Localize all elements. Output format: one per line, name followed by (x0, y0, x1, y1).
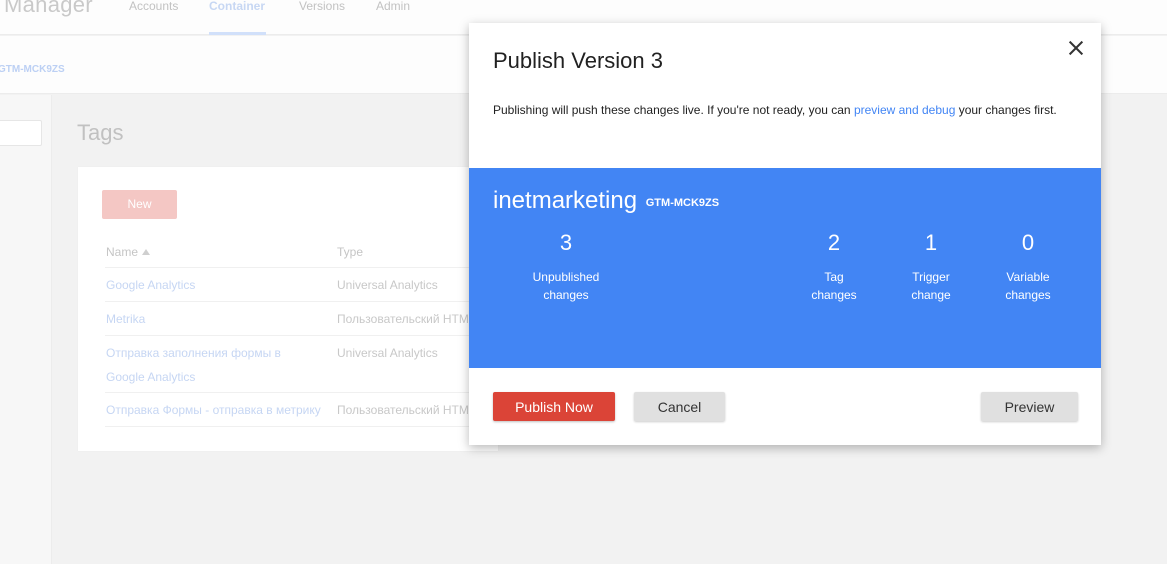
dialog-description: Publishing will push these changes live.… (493, 103, 1057, 117)
stat-label-line2: change (911, 288, 951, 302)
nav-versions[interactable]: Versions (299, 0, 345, 13)
stat-label-line2: changes (811, 288, 857, 302)
container-name: inetmarketing GTM-MCK9ZS (493, 187, 719, 215)
publish-dialog: Publish Version 3 Publishing will push t… (469, 23, 1101, 445)
stat-label-line2: changes (543, 288, 589, 302)
tag-name-link[interactable]: Google Analytics (106, 273, 321, 297)
new-tag-button[interactable]: New (102, 190, 177, 219)
stat-label-line1: Variable (1006, 270, 1050, 284)
preview-button[interactable]: Preview (981, 392, 1078, 421)
container-public-id: GTM-MCK9ZS (645, 197, 720, 209)
table-row[interactable]: Отправка заполнения формы в Google Analy… (105, 335, 498, 392)
nav-container[interactable]: Container (209, 0, 265, 13)
nav-active-indicator (209, 32, 266, 35)
stat-label-line1: Unpublished (532, 270, 600, 284)
stat-variable-changes: 0 Variable changes (973, 230, 1083, 304)
sort-ascending-icon (142, 249, 151, 255)
tag-name-link[interactable]: Отправка Формы - отправка в метрику (106, 398, 321, 422)
column-header-name-label: Name (106, 245, 139, 259)
stat-value: 0 (1021, 230, 1035, 255)
table-row[interactable]: Отправка Формы - отправка в метрику Поль… (105, 392, 498, 427)
table-row[interactable]: Metrika Пользовательский HTML (105, 301, 498, 335)
page-title: Tags (77, 120, 124, 145)
tags-card: New Name Type Google Analytics Universal… (78, 167, 498, 451)
tag-name-link[interactable]: Metrika (106, 307, 321, 331)
stat-trigger-change: 1 Trigger change (876, 230, 986, 304)
stat-unpublished-changes: 3 Unpublished changes (511, 230, 621, 304)
stat-label-line1: Tag (824, 270, 844, 284)
dialog-title: Publish Version 3 (493, 48, 663, 73)
changes-summary-panel: inetmarketing GTM-MCK9ZS 3 Unpublished c… (469, 168, 1101, 368)
nav-admin[interactable]: Admin (376, 0, 410, 13)
description-text: Publishing will push these changes live.… (493, 103, 854, 117)
close-icon[interactable] (1066, 38, 1086, 58)
tag-name-link[interactable]: Отправка заполнения формы в Google Analy… (106, 341, 321, 389)
stat-tag-changes: 2 Tag changes (779, 230, 889, 304)
left-sidebar (0, 95, 52, 564)
stat-label-line2: changes (1005, 288, 1051, 302)
nav-accounts[interactable]: Accounts (129, 0, 178, 13)
preview-and-debug-link[interactable]: preview and debug (854, 103, 955, 117)
sidebar-search-input[interactable] (0, 120, 42, 146)
stat-label-line1: Trigger (912, 270, 950, 284)
app-title: Manager (4, 0, 93, 17)
publish-now-button[interactable]: Publish Now (493, 392, 615, 421)
container-name-text: inetmarketing (493, 187, 638, 214)
container-id-link[interactable]: GTM-MCK9ZS (0, 64, 65, 75)
cancel-button[interactable]: Cancel (634, 392, 725, 421)
description-text-end: your changes first. (955, 103, 1057, 117)
column-header-type[interactable]: Type (337, 245, 363, 259)
stat-value: 1 (924, 230, 938, 255)
column-header-name[interactable]: Name (106, 245, 151, 259)
stat-value: 2 (827, 230, 841, 255)
stat-value: 3 (559, 230, 573, 255)
table-row[interactable]: Google Analytics Universal Analytics (105, 267, 498, 301)
